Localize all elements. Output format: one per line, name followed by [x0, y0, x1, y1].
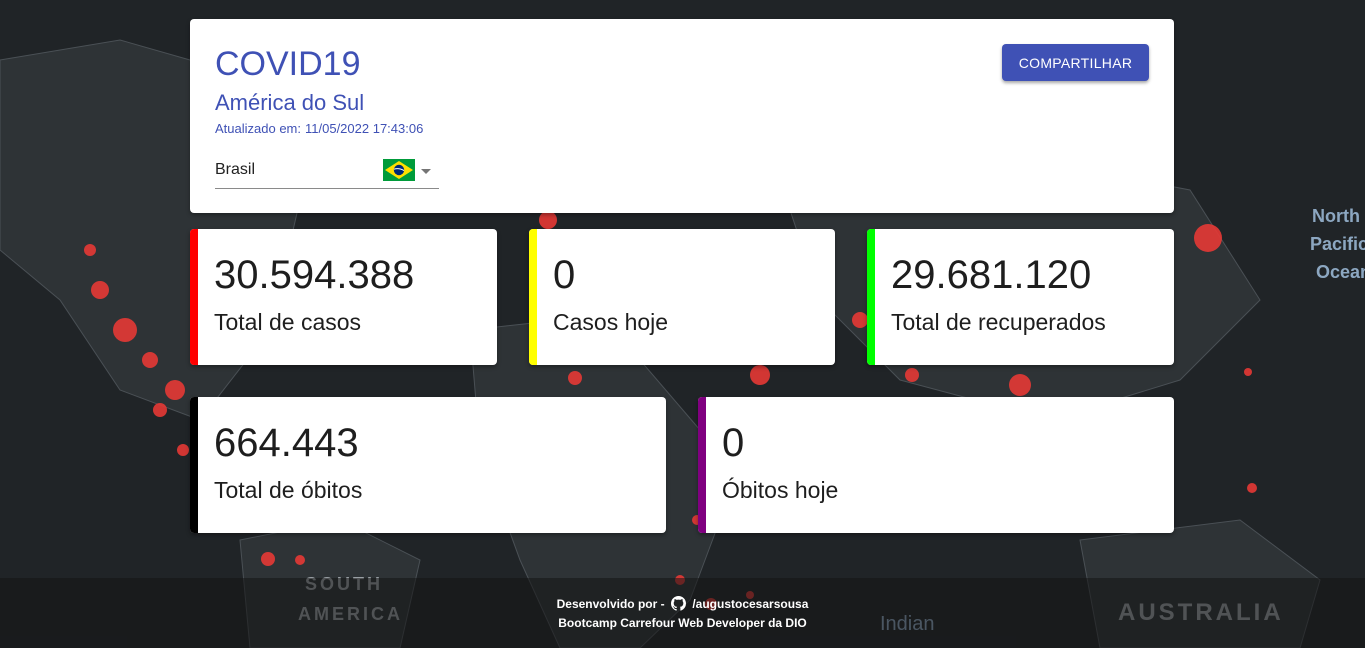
country-select[interactable]: Brasil	[215, 159, 439, 189]
total-recovered-label: Total de recuperados	[891, 309, 1106, 335]
github-icon	[670, 596, 686, 611]
footer-developer-line: Desenvolvido por - /augustocesarsousa	[0, 596, 1365, 611]
cases-today-value: 0	[553, 253, 576, 297]
updated-value: 11/05/2022 17:43:06	[305, 121, 424, 136]
total-cases-value: 30.594.388	[214, 253, 415, 297]
share-button[interactable]: COMPARTILHAR	[1002, 44, 1149, 81]
deaths-today-value: 0	[722, 421, 745, 465]
page-title: COVID19	[215, 45, 361, 83]
total-deaths-card: 664.443 Total de óbitos	[190, 397, 666, 533]
total-recovered-card: 29.681.120 Total de recuperados	[867, 229, 1174, 365]
footer-credits: Bootcamp Carrefour Web Developer da DIO	[558, 616, 807, 630]
updated-label: Atualizado em:	[215, 121, 301, 136]
deaths-today-card: 0 Óbitos hoje	[698, 397, 1174, 533]
bg-label-north-pacific: North	[1312, 206, 1360, 226]
status-color-bar	[867, 229, 875, 365]
header-card: COVID19 América do Sul Atualizado em: 11/…	[190, 19, 1174, 213]
status-color-bar	[190, 229, 198, 365]
cases-today-card: 0 Casos hoje	[529, 229, 835, 365]
github-link[interactable]: /augustocesarsousa	[692, 597, 808, 611]
status-color-bar	[698, 397, 706, 533]
country-select-value: Brasil	[215, 161, 256, 178]
cases-today-label: Casos hoje	[553, 309, 669, 335]
updated-timestamp: Atualizado em: 11/05/2022 17:43:06	[215, 121, 423, 136]
total-cases-card: 30.594.388 Total de casos	[190, 229, 497, 365]
total-deaths-label: Total de óbitos	[214, 477, 363, 503]
deaths-today-label: Óbitos hoje	[722, 477, 839, 503]
svg-text:Ocean: Ocean	[1316, 262, 1365, 282]
developed-by-text: Desenvolvido por -	[556, 597, 665, 611]
chevron-down-icon	[421, 169, 431, 174]
footer: Desenvolvido por - /augustocesarsousa Bo…	[0, 578, 1365, 648]
total-cases-label: Total de casos	[214, 309, 362, 335]
region-subtitle: América do Sul	[215, 90, 365, 115]
total-deaths-value: 664.443	[214, 421, 359, 465]
svg-text:Pacific: Pacific	[1310, 234, 1365, 254]
status-color-bar	[529, 229, 537, 365]
brazil-flag-icon	[383, 159, 415, 181]
status-color-bar	[190, 397, 198, 533]
total-recovered-value: 29.681.120	[891, 253, 1092, 297]
